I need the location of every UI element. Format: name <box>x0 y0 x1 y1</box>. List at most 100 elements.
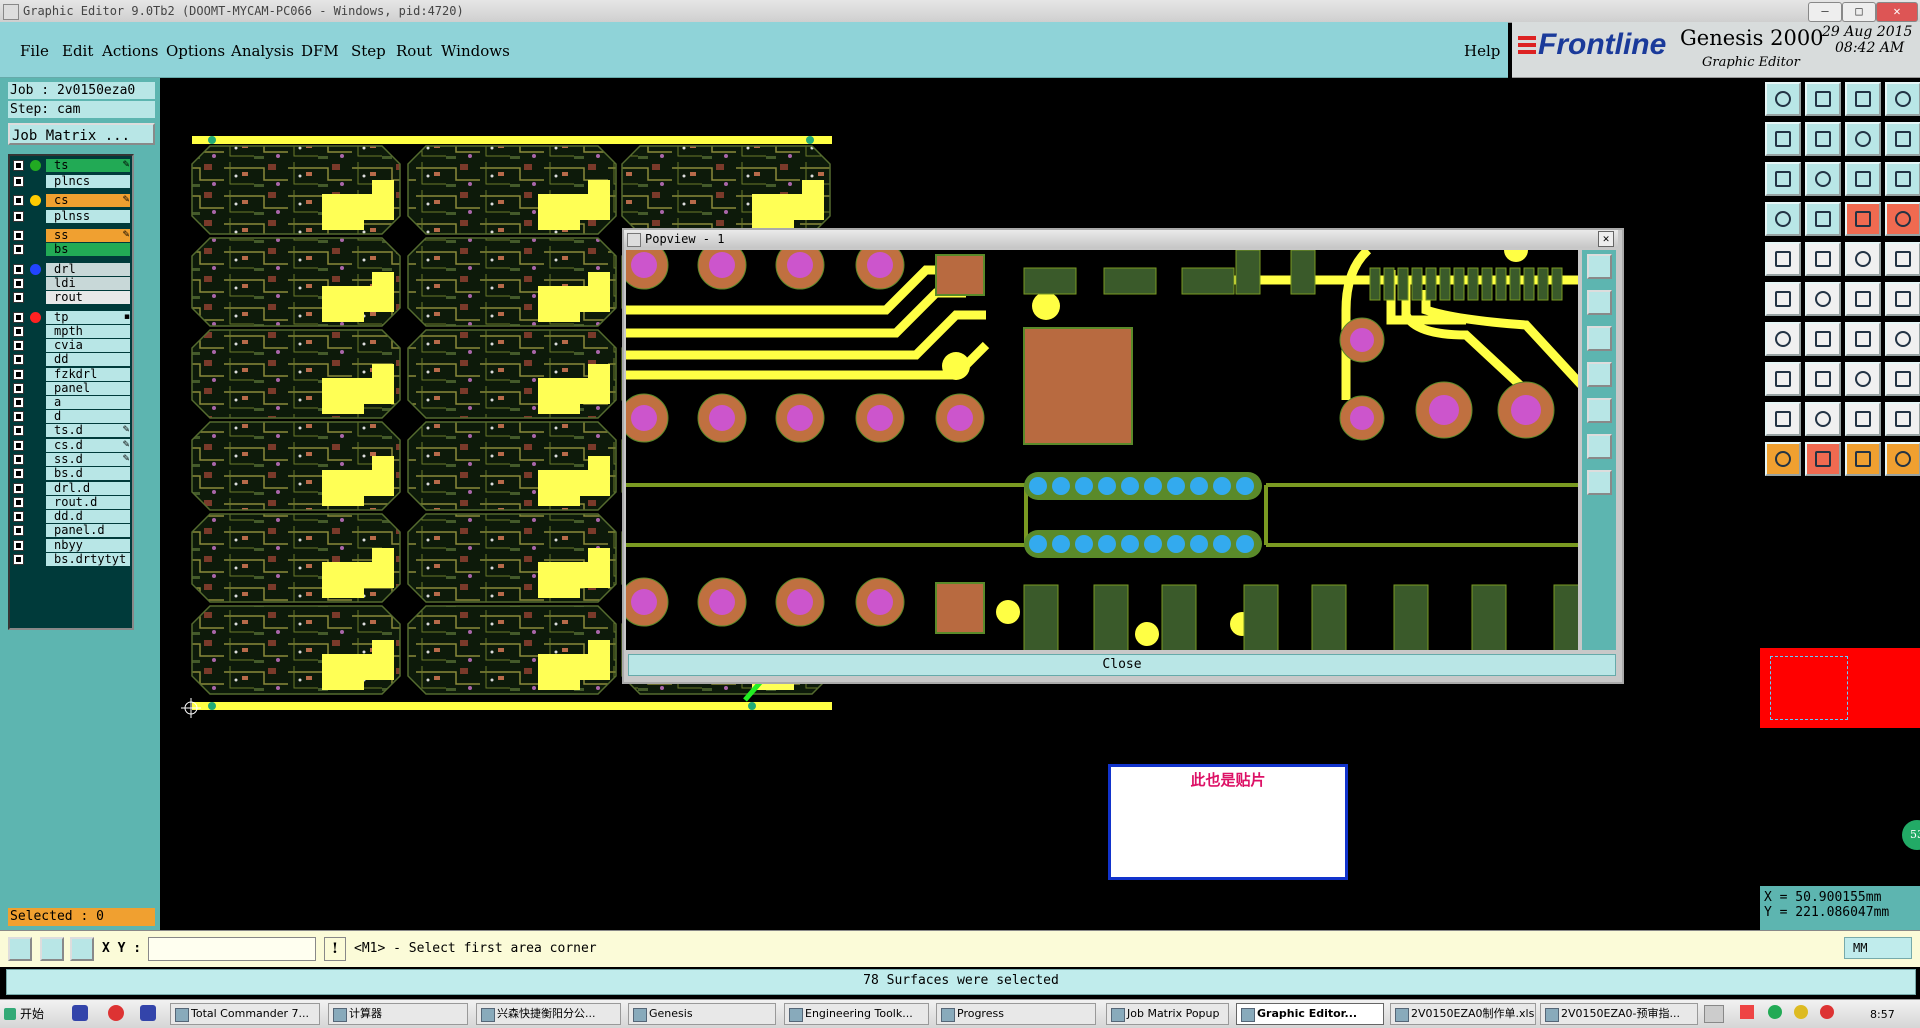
popview-zoom-in-icon[interactable] <box>1587 290 1612 315</box>
smd-pad[interactable] <box>1383 267 1395 301</box>
layout-icon[interactable] <box>1885 82 1920 116</box>
connector-pin[interactable] <box>1121 535 1139 553</box>
via[interactable] <box>1032 292 1060 320</box>
layer-name[interactable]: rout <box>46 291 130 304</box>
layer-row[interactable]: cvia <box>10 339 132 352</box>
connector-pin[interactable] <box>1098 477 1116 495</box>
menu-windows[interactable]: Windows <box>441 42 510 60</box>
smd-pad[interactable] <box>1397 267 1409 301</box>
layer-name[interactable]: panel.d <box>46 524 130 537</box>
smd-pad[interactable] <box>1439 267 1451 301</box>
pad-add-icon[interactable] <box>1885 242 1920 276</box>
layer-row[interactable]: panel <box>10 382 132 395</box>
smd-pad[interactable] <box>1235 250 1261 295</box>
pcb-board[interactable] <box>191 237 401 327</box>
layer-row[interactable]: drl.d <box>10 482 132 495</box>
connector-pin[interactable] <box>1236 477 1254 495</box>
via[interactable] <box>1504 250 1528 262</box>
smd-pad[interactable] <box>1290 250 1316 295</box>
layer-row[interactable]: cs ✎ <box>10 194 132 207</box>
layer-row[interactable]: rout.d <box>10 496 132 509</box>
zoom-fit-icon[interactable] <box>1765 162 1801 196</box>
route-icon[interactable] <box>1765 282 1801 316</box>
triangle-a-icon[interactable] <box>1765 402 1801 436</box>
taskbar-item[interactable]: 兴森快捷衡阳分公... <box>476 1003 621 1025</box>
layer-name[interactable]: plnss <box>46 210 130 223</box>
layer-name[interactable]: nbyy <box>46 539 130 552</box>
smd-pad[interactable] <box>1481 267 1493 301</box>
pcb-board[interactable] <box>621 145 831 235</box>
layer-name[interactable]: plncs <box>46 175 130 188</box>
smd-pad[interactable] <box>1551 267 1563 301</box>
layer-display-checkbox[interactable] <box>13 468 24 479</box>
layer-display-checkbox[interactable] <box>13 511 24 522</box>
layer-display-checkbox[interactable] <box>13 554 24 565</box>
layer-row[interactable]: ts ✎ <box>10 159 132 172</box>
scale-icon[interactable] <box>1845 162 1881 196</box>
menu-actions[interactable]: Actions <box>102 42 158 60</box>
connector-pin[interactable] <box>1029 535 1047 553</box>
triangle-d-icon[interactable] <box>1885 402 1920 436</box>
smd-pad[interactable] <box>1181 267 1235 295</box>
pcb-board[interactable] <box>191 513 401 603</box>
line-add-icon[interactable] <box>1845 282 1881 316</box>
layer-display-checkbox[interactable] <box>13 425 24 436</box>
smd-pad[interactable] <box>1311 584 1347 650</box>
layer-row[interactable]: plncs <box>10 175 132 188</box>
copy-icon[interactable] <box>1885 362 1920 396</box>
layer-name[interactable]: bs <box>46 243 130 256</box>
pcb-board[interactable] <box>407 145 617 235</box>
layer-row[interactable]: ts.d ✎ <box>10 424 132 437</box>
select-feature-icon[interactable] <box>1765 242 1801 276</box>
connector-pin[interactable] <box>1190 535 1208 553</box>
popview-center-icon[interactable] <box>1587 470 1612 495</box>
layer-row[interactable]: ss.d ✎ <box>10 453 132 466</box>
layer-display-checkbox[interactable] <box>13 326 24 337</box>
snap-mode-icon[interactable] <box>8 937 32 961</box>
layer-row[interactable]: bs.drtytyt <box>10 553 132 566</box>
smd-pad[interactable] <box>1161 584 1197 650</box>
layer-row[interactable]: mpth <box>10 325 132 338</box>
taskbar-item[interactable]: Graphic Editor... <box>1236 1003 1384 1025</box>
layer-display-checkbox[interactable] <box>13 244 24 255</box>
layer-name[interactable]: dd <box>46 353 130 366</box>
smd-pad[interactable] <box>1467 267 1479 301</box>
record-icon[interactable] <box>1805 202 1841 236</box>
popview-expand-icon[interactable] <box>1587 434 1612 459</box>
layer-name[interactable]: d <box>46 410 130 423</box>
layer-name[interactable]: dd.d <box>46 510 130 523</box>
measure-icon[interactable] <box>1845 202 1881 236</box>
popview-zoom-out-icon[interactable] <box>1587 326 1612 351</box>
layer-row[interactable]: tp ▪ <box>10 311 132 324</box>
import-icon[interactable] <box>1765 122 1801 156</box>
layer-display-checkbox[interactable] <box>13 483 24 494</box>
layer-display-checkbox[interactable] <box>13 264 24 275</box>
layer-row[interactable]: rout <box>10 291 132 304</box>
layer-name[interactable]: ldi <box>46 277 130 290</box>
connector-pin[interactable] <box>1052 477 1070 495</box>
menu-rout[interactable]: Rout <box>396 42 432 60</box>
layer-display-checkbox[interactable] <box>13 540 24 551</box>
smd-pad[interactable] <box>1023 267 1077 295</box>
taskbar-item[interactable]: Total Commander 7... <box>170 1003 320 1025</box>
smd-pad[interactable] <box>1523 267 1535 301</box>
smd-pad[interactable] <box>1369 267 1381 301</box>
pcb-board[interactable] <box>407 237 617 327</box>
layer-name[interactable]: cvia <box>46 339 130 352</box>
pcb-board[interactable] <box>191 605 401 695</box>
scroll-indicator-icon[interactable]: 53 <box>1902 820 1920 850</box>
taskbar-item[interactable]: 2V0150EZA0-预审指... <box>1540 1003 1698 1025</box>
close-window-button[interactable]: ✕ <box>1876 2 1918 22</box>
layer-display-checkbox[interactable] <box>13 211 24 222</box>
via[interactable] <box>996 600 1020 624</box>
triangle-c-icon[interactable] <box>1845 402 1881 436</box>
smd-pad[interactable] <box>1393 584 1429 650</box>
layer-display-checkbox[interactable] <box>13 383 24 394</box>
menu-analysis[interactable]: Analysis <box>231 42 294 60</box>
open-job-icon[interactable] <box>1765 82 1801 116</box>
layer-name[interactable]: drl <box>46 263 130 276</box>
pcb-board[interactable] <box>407 513 617 603</box>
connector-pin[interactable] <box>1029 477 1047 495</box>
pcb-board[interactable] <box>407 421 617 511</box>
connector-pin[interactable] <box>1144 535 1162 553</box>
